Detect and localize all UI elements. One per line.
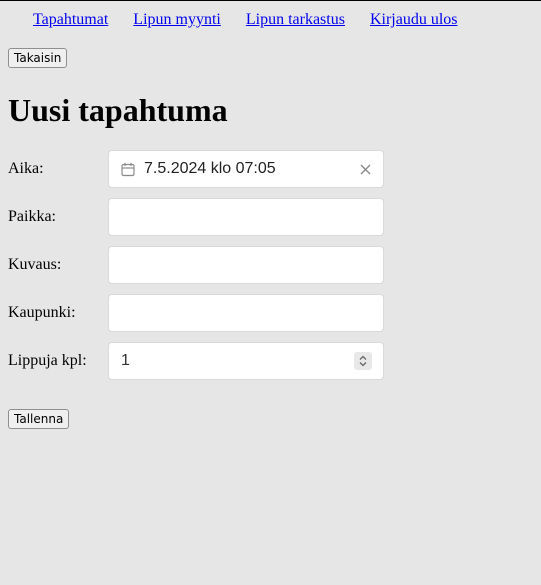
- nav-link-lipun-tarkastus[interactable]: Lipun tarkastus: [246, 11, 345, 29]
- page-title: Uusi tapahtuma: [8, 92, 228, 128]
- save-button[interactable]: Tallenna: [8, 409, 70, 429]
- form-row-city: Kaupunki:: [8, 294, 384, 332]
- form-row-place: Paikka:: [8, 198, 384, 236]
- time-picker[interactable]: 7.5.2024 klo 07:05: [108, 150, 384, 188]
- description-field-wrapper: [108, 246, 384, 284]
- description-input[interactable]: [109, 247, 383, 283]
- time-value: 7.5.2024 klo 07:05: [144, 160, 276, 177]
- time-label: Aika:: [8, 160, 44, 177]
- close-icon[interactable]: [360, 164, 371, 175]
- back-button[interactable]: Takaisin: [8, 48, 68, 68]
- tickets-input[interactable]: [109, 343, 383, 379]
- nav-link-tapahtumat[interactable]: Tapahtumat: [33, 11, 108, 29]
- place-input[interactable]: [109, 199, 383, 235]
- nav-link-kirjaudu-ulos[interactable]: Kirjaudu ulos: [370, 11, 458, 29]
- form-row-description: Kuvaus:: [8, 246, 384, 284]
- nav-link-lipun-myynti[interactable]: Lipun myynti: [133, 11, 221, 29]
- city-field-wrapper: [108, 294, 384, 332]
- form-row-tickets: Lippuja kpl:: [8, 342, 384, 380]
- place-label: Paikka:: [8, 208, 56, 225]
- place-field-wrapper: [108, 198, 384, 236]
- form-row-time: Aika: 7.5.2024 klo 07:05: [8, 150, 384, 188]
- tickets-label: Lippuja kpl:: [8, 352, 87, 369]
- stepper-icon[interactable]: [354, 352, 372, 370]
- calendar-icon: [121, 162, 135, 177]
- city-input[interactable]: [109, 295, 383, 331]
- tickets-field-wrapper: [108, 342, 384, 380]
- description-label: Kuvaus:: [8, 256, 62, 273]
- top-nav: Tapahtumat Lipun myynti Lipun tarkastus …: [33, 11, 458, 29]
- city-label: Kaupunki:: [8, 304, 76, 321]
